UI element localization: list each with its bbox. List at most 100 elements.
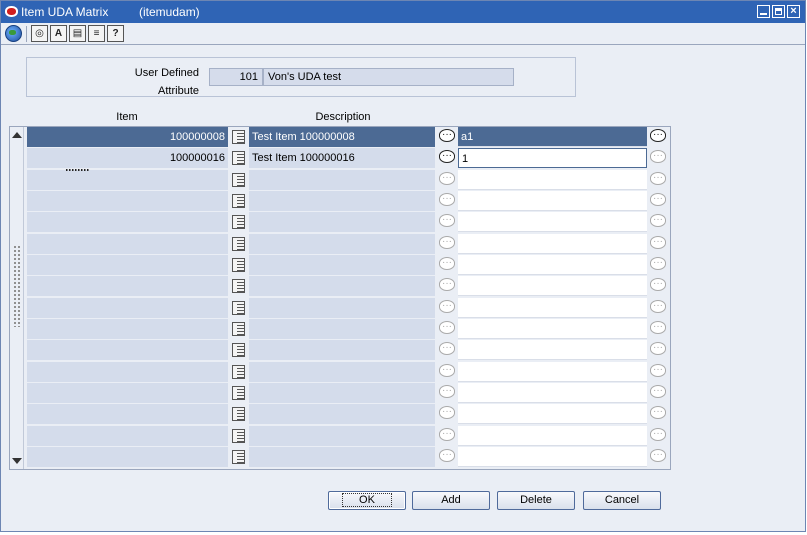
value-editor-button[interactable] xyxy=(648,383,668,403)
table-row[interactable] xyxy=(27,404,669,425)
value-editor-button[interactable] xyxy=(648,298,668,318)
item-list-button[interactable] xyxy=(228,170,248,190)
item-cell[interactable] xyxy=(27,447,228,467)
item-list-button[interactable] xyxy=(228,148,248,168)
title-bar[interactable]: Item UDA Matrix (itemudam) × xyxy=(1,1,805,23)
item-cell[interactable] xyxy=(27,298,228,318)
uda-value-cell[interactable] xyxy=(458,426,647,446)
uda-value-cell[interactable] xyxy=(458,212,647,232)
table-row[interactable] xyxy=(27,234,669,255)
description-editor-button[interactable] xyxy=(437,212,457,232)
description-editor-button[interactable] xyxy=(437,340,457,360)
item-cell[interactable] xyxy=(27,383,228,403)
item-list-button[interactable] xyxy=(228,340,248,360)
table-row[interactable]: 100000008 Test Item 100000008 a1 xyxy=(27,127,669,148)
description-editor-button[interactable] xyxy=(437,170,457,190)
item-list-button[interactable] xyxy=(228,362,248,382)
description-editor-button[interactable] xyxy=(437,426,457,446)
value-editor-button[interactable] xyxy=(648,362,668,382)
minimize-icon[interactable] xyxy=(757,5,770,18)
table-row[interactable] xyxy=(27,362,669,383)
table-row[interactable] xyxy=(27,319,669,340)
description-editor-button[interactable] xyxy=(437,404,457,424)
item-cell[interactable] xyxy=(27,212,228,232)
description-editor-button[interactable] xyxy=(437,234,457,254)
uda-value-cell[interactable] xyxy=(458,170,647,190)
uda-value-cell[interactable] xyxy=(458,276,647,296)
table-row[interactable] xyxy=(27,447,669,468)
item-cell[interactable] xyxy=(27,362,228,382)
item-list-button[interactable] xyxy=(228,234,248,254)
value-editor-button[interactable] xyxy=(648,191,668,211)
item-cell[interactable] xyxy=(27,404,228,424)
table-row[interactable] xyxy=(27,383,669,404)
description-editor-button[interactable] xyxy=(437,127,457,147)
item-cell[interactable] xyxy=(27,426,228,446)
uda-value-cell[interactable]: 1 xyxy=(458,148,647,168)
ok-button[interactable]: OK xyxy=(328,491,406,510)
description-editor-button[interactable] xyxy=(437,255,457,275)
item-cell[interactable] xyxy=(27,234,228,254)
scroll-grip-icon[interactable] xyxy=(13,245,21,327)
item-cell[interactable] xyxy=(27,170,228,190)
item-cell[interactable] xyxy=(27,340,228,360)
uda-value-cell[interactable] xyxy=(458,362,647,382)
uda-value-cell[interactable] xyxy=(458,319,647,339)
scroll-down-icon[interactable] xyxy=(12,458,22,464)
value-editor-button[interactable] xyxy=(648,340,668,360)
clipboard-icon[interactable]: ◎ xyxy=(31,25,48,42)
table-row[interactable] xyxy=(27,276,669,297)
scroll-up-icon[interactable] xyxy=(12,132,22,138)
table-row[interactable] xyxy=(27,255,669,276)
maximize-icon[interactable] xyxy=(772,5,785,18)
description-editor-button[interactable] xyxy=(437,362,457,382)
table-row[interactable] xyxy=(27,426,669,447)
close-icon[interactable]: × xyxy=(787,5,800,18)
uda-value-cell[interactable] xyxy=(458,298,647,318)
item-cell[interactable] xyxy=(27,255,228,275)
item-list-button[interactable] xyxy=(228,276,248,296)
table-row[interactable] xyxy=(27,170,669,191)
item-cell[interactable] xyxy=(27,191,228,211)
description-editor-button[interactable] xyxy=(437,148,457,168)
value-editor-button[interactable] xyxy=(648,276,668,296)
description-editor-button[interactable] xyxy=(437,191,457,211)
item-cell[interactable] xyxy=(27,276,228,296)
value-editor-button[interactable] xyxy=(648,148,668,168)
value-editor-button[interactable] xyxy=(648,127,668,147)
description-editor-button[interactable] xyxy=(437,298,457,318)
list-icon[interactable]: ≡ xyxy=(88,25,105,42)
uda-value-cell[interactable] xyxy=(458,383,647,403)
table-row[interactable] xyxy=(27,340,669,361)
value-editor-button[interactable] xyxy=(648,170,668,190)
uda-value-cell[interactable] xyxy=(458,404,647,424)
add-button[interactable]: Add xyxy=(412,491,490,510)
table-row[interactable] xyxy=(27,298,669,319)
value-editor-button[interactable] xyxy=(648,319,668,339)
item-cell[interactable]: 100000008 xyxy=(27,127,228,147)
item-list-button[interactable] xyxy=(228,127,248,147)
item-list-button[interactable] xyxy=(228,404,248,424)
cancel-button[interactable]: Cancel xyxy=(583,491,661,510)
find-icon[interactable]: A xyxy=(50,25,67,42)
value-editor-button[interactable] xyxy=(648,212,668,232)
uda-value-cell[interactable] xyxy=(458,234,647,254)
item-list-button[interactable] xyxy=(228,383,248,403)
value-editor-button[interactable] xyxy=(648,426,668,446)
uda-value-cell[interactable] xyxy=(458,191,647,211)
value-editor-button[interactable] xyxy=(648,447,668,467)
item-list-button[interactable] xyxy=(228,212,248,232)
description-editor-button[interactable] xyxy=(437,383,457,403)
uda-value-cell[interactable] xyxy=(458,340,647,360)
item-list-button[interactable] xyxy=(228,191,248,211)
item-cell[interactable]: 100000016 xyxy=(27,148,228,168)
description-editor-button[interactable] xyxy=(437,276,457,296)
value-editor-button[interactable] xyxy=(648,255,668,275)
delete-button[interactable]: Delete xyxy=(497,491,575,510)
grid-vertical-scrollbar[interactable] xyxy=(10,127,24,469)
item-list-button[interactable] xyxy=(228,319,248,339)
item-list-button[interactable] xyxy=(228,426,248,446)
value-editor-button[interactable] xyxy=(648,234,668,254)
uda-value-cell[interactable] xyxy=(458,255,647,275)
uda-value-cell[interactable]: a1 xyxy=(458,127,647,147)
